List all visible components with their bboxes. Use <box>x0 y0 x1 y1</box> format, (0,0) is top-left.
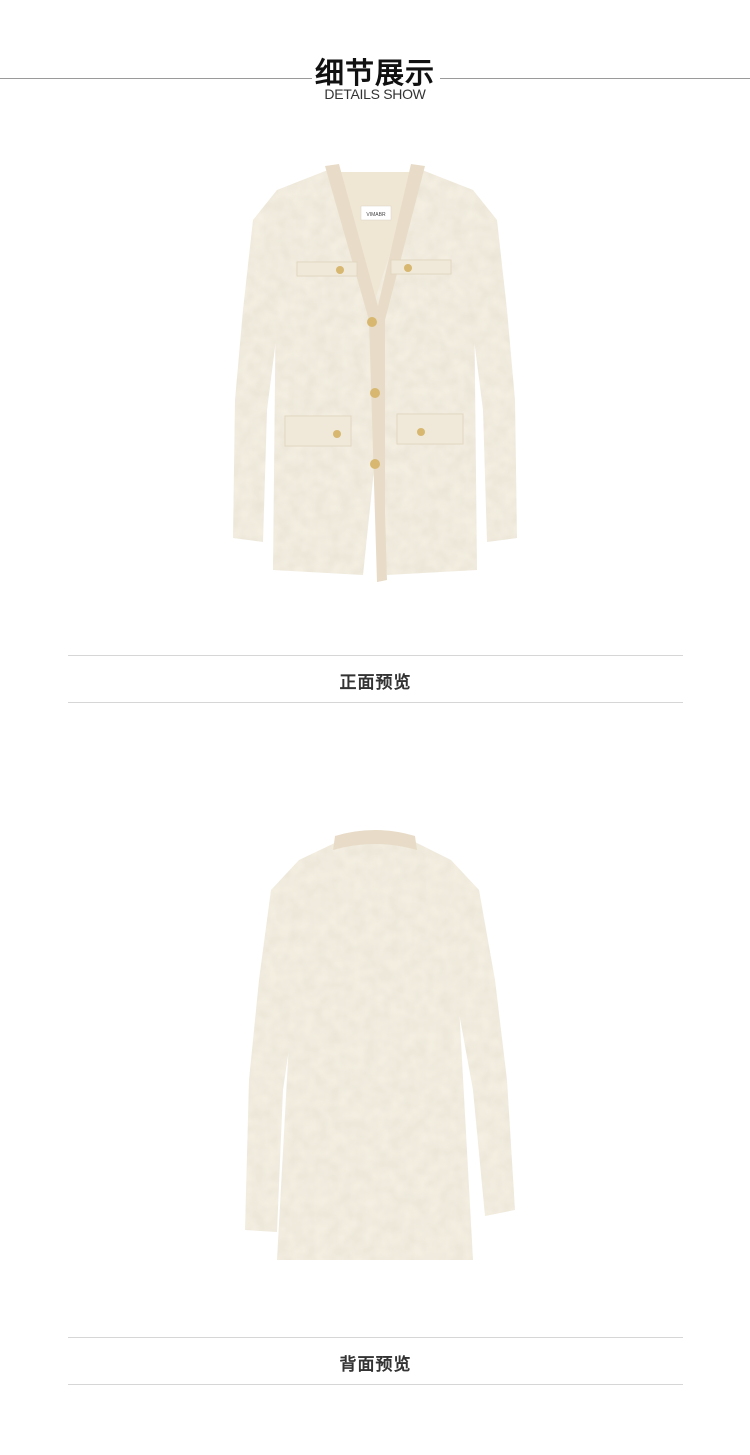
section-header: 细节展示 DETAILS SHOW <box>0 0 750 110</box>
brand-label: VIMABR <box>366 212 386 218</box>
front-preview-caption: 正面预览 <box>339 673 412 693</box>
caption-rule-top <box>68 1337 683 1338</box>
front-caption-block: 正面预览 <box>68 655 683 703</box>
front-jacket-image: VIMABR <box>0 150 750 590</box>
back-preview-caption: 背面预览 <box>339 1355 412 1375</box>
back-caption-block: 背面预览 <box>68 1337 683 1385</box>
back-jacket-image <box>0 820 750 1260</box>
section-subtitle: DETAILS SHOW <box>324 86 426 102</box>
caption-rule-bottom <box>68 1384 683 1385</box>
caption-rule-bottom <box>68 702 683 703</box>
caption-rule-top <box>68 655 683 656</box>
